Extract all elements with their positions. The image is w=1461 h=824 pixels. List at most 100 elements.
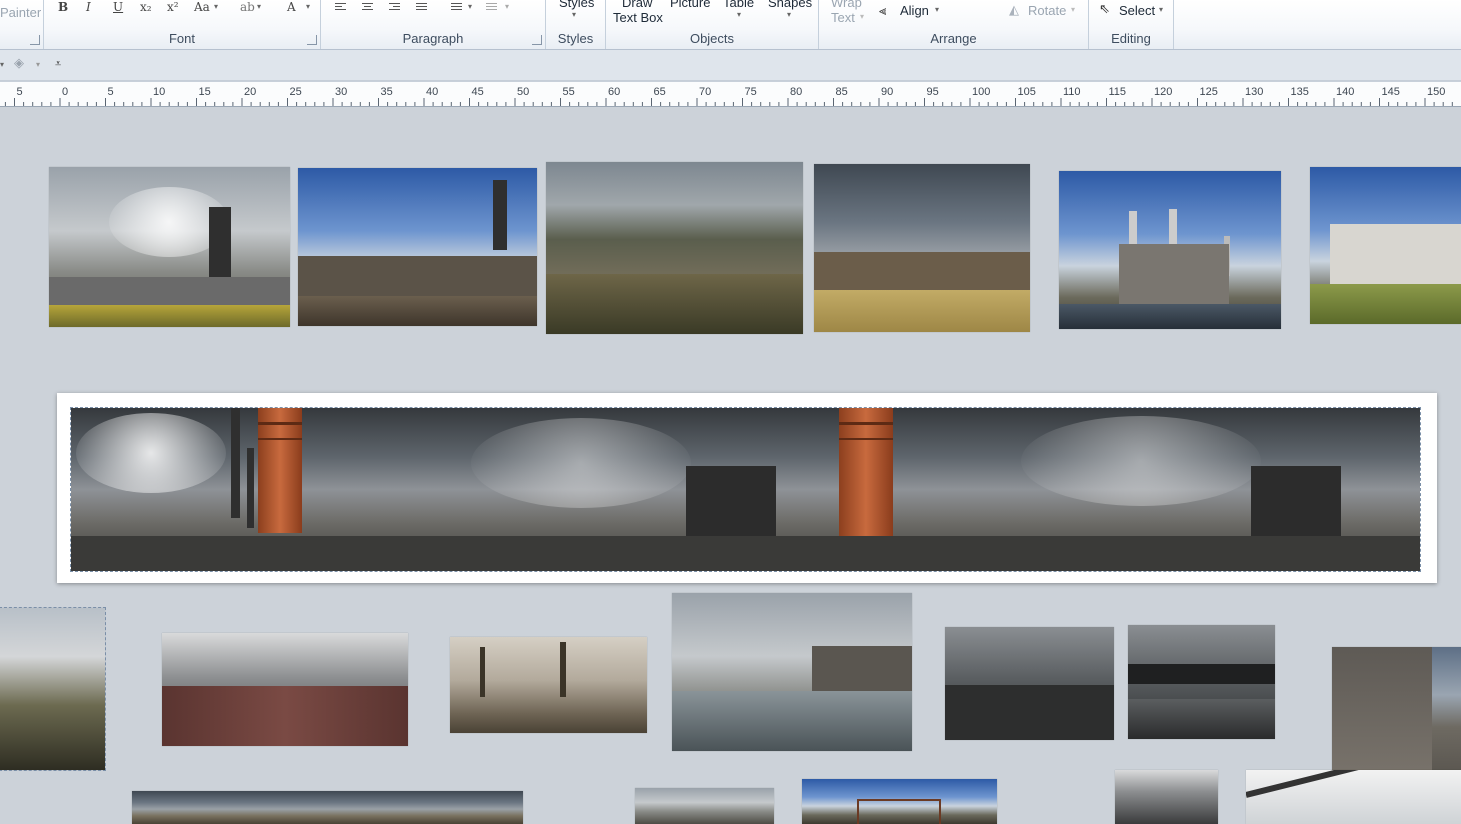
victorian-mill-town-photo[interactable] bbox=[945, 627, 1114, 740]
change-case-dropdown-icon[interactable]: ▾ bbox=[214, 2, 218, 11]
bold-button[interactable]: B bbox=[58, 0, 68, 14]
select-button[interactable]: Select bbox=[1119, 3, 1155, 18]
align-dropdown-icon[interactable]: ▾ bbox=[935, 5, 939, 14]
ruler-scale: 5 0 5 10 15 20 25 30 35 40 45 50 55 60 65 70 75 80 85 90 95 1… bbox=[4, 86, 1453, 106]
justify-icon[interactable] bbox=[416, 3, 427, 13]
fill-dropdown-icon[interactable]: ▾ bbox=[36, 60, 40, 69]
table-button[interactable]: Table bbox=[723, 0, 754, 10]
subscript-button[interactable]: x₂ bbox=[140, 0, 152, 14]
battersea-power-station-photo[interactable] bbox=[1059, 171, 1281, 329]
gasholder-photo[interactable] bbox=[802, 779, 997, 824]
highlight-icon[interactable]: ab bbox=[240, 0, 255, 14]
font-color-dropdown-icon[interactable]: ▾ bbox=[306, 2, 310, 11]
cursor-arrow-icon: ⇖ bbox=[1099, 1, 1110, 16]
align-objects-icon: ⫷ bbox=[879, 3, 887, 18]
ruler-label: 125 bbox=[1200, 86, 1218, 98]
arrange-group: Wrap Text ▾ ⫷ Align ▾ ◭ Rotate ▾ Arrange bbox=[819, 0, 1089, 49]
bullets-icon[interactable] bbox=[486, 3, 497, 13]
draw-text-box-line2: Text Box bbox=[613, 10, 663, 25]
ruler-label: 5 bbox=[17, 86, 23, 98]
ruler-label: 80 bbox=[790, 86, 802, 98]
ruler-label: 75 bbox=[745, 86, 757, 98]
ruler-label: 55 bbox=[563, 86, 575, 98]
styles-dropdown-icon[interactable]: ▾ bbox=[572, 10, 576, 19]
ruler-label: 40 bbox=[426, 86, 438, 98]
banner-frame[interactable] bbox=[57, 393, 1437, 583]
ruler-label: 140 bbox=[1336, 86, 1354, 98]
ruler-label: 50 bbox=[517, 86, 529, 98]
highlight-dropdown-icon[interactable]: ▾ bbox=[257, 2, 261, 11]
ruler-label: 60 bbox=[608, 86, 620, 98]
underline-button[interactable]: U bbox=[113, 0, 123, 14]
ruler-label: 45 bbox=[472, 86, 484, 98]
smoky-hillside-photo[interactable] bbox=[0, 607, 106, 771]
ruler-label: 150 bbox=[1427, 86, 1445, 98]
font-launcher-icon[interactable] bbox=[307, 35, 317, 45]
align-center-icon[interactable] bbox=[362, 3, 373, 13]
terraced-houses-photo[interactable] bbox=[162, 633, 408, 746]
colliery-headframe-photo[interactable] bbox=[298, 168, 537, 326]
viaduct-river-photo[interactable] bbox=[1128, 625, 1275, 739]
font-color-button[interactable]: A bbox=[287, 0, 296, 14]
font-group: B I U x₂ x² Aa ▾ ab ▾ A ▾ Font bbox=[44, 0, 321, 49]
line-spacing-icon[interactable] bbox=[451, 3, 462, 13]
paragraph-group: ▾ ▾ Paragraph bbox=[321, 0, 546, 49]
ruler-label: 135 bbox=[1291, 86, 1309, 98]
line-spacing-dropdown-icon[interactable]: ▾ bbox=[468, 2, 472, 11]
ribbon: Painter B I U x₂ x² Aa ▾ ab ▾ A ▾ Font ▾… bbox=[0, 0, 1461, 50]
clipboard-launcher-icon[interactable] bbox=[30, 35, 40, 45]
ruler-label: 70 bbox=[699, 86, 711, 98]
font-group-label: Font bbox=[168, 31, 195, 46]
industrial-panorama-banner[interactable] bbox=[70, 407, 1421, 572]
horizontal-ruler[interactable]: 5 0 5 10 15 20 25 30 35 40 45 50 55 60 65 70 75 80 85 90 95 1… bbox=[0, 81, 1461, 107]
paragraph-launcher-icon[interactable] bbox=[532, 35, 542, 45]
mirrored-landscape-photo[interactable] bbox=[132, 791, 523, 824]
wrap-text-dropdown-icon: ▾ bbox=[860, 12, 865, 21]
align-left-icon[interactable] bbox=[335, 3, 346, 13]
paragraph-group-label: Paragraph bbox=[402, 31, 464, 46]
ruler-label: 110 bbox=[1063, 86, 1081, 98]
align-right-icon[interactable] bbox=[389, 3, 400, 13]
sepia-chimneys-town-photo[interactable] bbox=[450, 637, 647, 733]
mountain-industrial-town-photo[interactable] bbox=[546, 162, 803, 334]
ruler-label: 25 bbox=[290, 86, 302, 98]
styles-button[interactable]: Styles bbox=[559, 0, 594, 10]
italic-button[interactable]: I bbox=[86, 0, 91, 14]
editing-group-label: Editing bbox=[1111, 31, 1151, 46]
table-dropdown-icon[interactable]: ▾ bbox=[737, 10, 741, 19]
shapes-button[interactable]: Shapes bbox=[768, 0, 812, 10]
cloudy-factory-photo[interactable] bbox=[635, 788, 774, 824]
steel-frame-photo[interactable] bbox=[1115, 770, 1218, 824]
ruler-label: 35 bbox=[381, 86, 393, 98]
stormy-factory-field-photo[interactable] bbox=[814, 164, 1030, 332]
ruler-label: 115 bbox=[1109, 86, 1127, 98]
editing-group: ⇖ Select ▾ Editing bbox=[1089, 0, 1174, 49]
ruler-label: 105 bbox=[1018, 86, 1036, 98]
customize-toolbar-icon[interactable]: ⩡ bbox=[55, 58, 61, 71]
derelict-shed-canal-photo[interactable] bbox=[672, 593, 912, 751]
align-button[interactable]: Align bbox=[900, 3, 929, 18]
change-case-button[interactable]: Aa bbox=[194, 0, 210, 14]
format-painter-button[interactable]: Painter bbox=[0, 5, 41, 20]
ruler-label: 130 bbox=[1245, 86, 1263, 98]
fill-bucket-icon[interactable]: ◈ bbox=[14, 55, 24, 71]
rotate-button[interactable]: Rotate bbox=[1028, 3, 1066, 18]
rotate-dropdown-icon[interactable]: ▾ bbox=[1071, 5, 1075, 14]
steelworks-smoke-photo[interactable] bbox=[49, 167, 290, 327]
shapes-dropdown-icon[interactable]: ▾ bbox=[787, 10, 791, 19]
bullets-dropdown-icon[interactable]: ▾ bbox=[505, 2, 509, 11]
picture-button[interactable]: Picture bbox=[670, 0, 710, 10]
ruler-label: 85 bbox=[836, 86, 848, 98]
rotate-icon: ◭ bbox=[1009, 2, 1019, 17]
select-dropdown-icon[interactable]: ▾ bbox=[1159, 5, 1163, 14]
ruler-label: 30 bbox=[335, 86, 347, 98]
ruler-label: 20 bbox=[244, 86, 256, 98]
farmhouse-blue-sky-photo[interactable] bbox=[1310, 167, 1461, 324]
conveyor-bridge-photo[interactable] bbox=[1246, 770, 1461, 824]
ruler-label: 5 bbox=[108, 86, 114, 98]
superscript-button[interactable]: x² bbox=[167, 0, 179, 14]
qat-dropdown-icon[interactable]: ▾ bbox=[0, 60, 4, 69]
ruler-label: 15 bbox=[199, 86, 211, 98]
document-canvas[interactable] bbox=[0, 106, 1461, 824]
ruler-label: 120 bbox=[1154, 86, 1172, 98]
